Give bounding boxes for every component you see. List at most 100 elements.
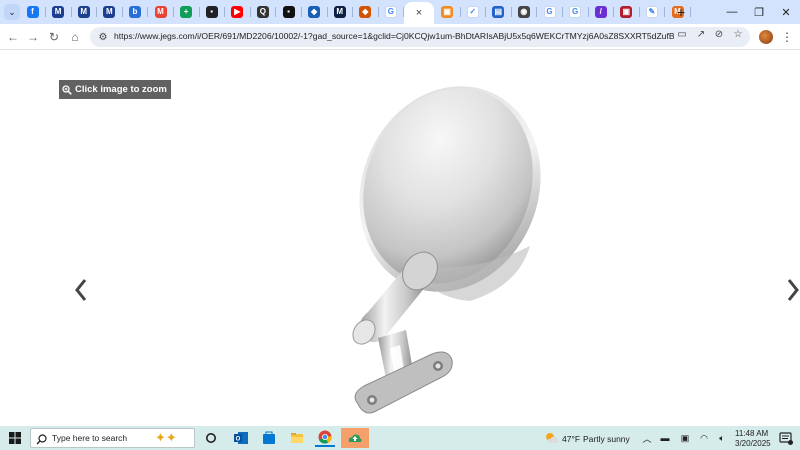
new-tab-button[interactable]: + [673, 4, 689, 20]
browser-tab[interactable]: ◆ [353, 3, 379, 21]
mopar-icon: M [103, 6, 116, 18]
chart-tab-icon: ▤ [492, 6, 505, 18]
browser-tab[interactable]: M [327, 3, 354, 21]
browser-tab[interactable]: ✓ [460, 3, 487, 21]
browser-tab[interactable]: b [122, 3, 149, 21]
tray-app-icon[interactable]: ▬ [655, 429, 675, 447]
browser-tab[interactable]: ▶ [225, 3, 251, 21]
mopar-icon: M [52, 6, 65, 18]
browser-tab[interactable]: + [174, 3, 200, 21]
svg-text:O: O [236, 437, 241, 443]
profile-avatar[interactable] [759, 30, 773, 44]
orange-tab-icon: ▣ [441, 6, 454, 18]
product-mirror-image[interactable] [320, 86, 550, 416]
close-icon[interactable]: × [416, 7, 422, 19]
upload-app-icon[interactable] [341, 428, 369, 448]
zoom-badge[interactable]: Click image to zoom [59, 80, 171, 99]
weather-icon[interactable] [542, 429, 562, 447]
browser-tab[interactable]: ◆ [302, 3, 328, 21]
search-icon [36, 432, 47, 450]
browser-tab[interactable]: M [71, 3, 98, 21]
browser-tab[interactable]: M [97, 3, 123, 21]
zoom-label: Click image to zoom [75, 84, 167, 95]
youtube-icon: ▶ [231, 6, 244, 18]
volume-icon[interactable]: 🔈︎ [712, 429, 732, 447]
browser-tab[interactable]: / [588, 3, 615, 21]
zoom-magnifier-icon [62, 84, 72, 95]
active-tab[interactable]: × [404, 2, 434, 24]
dark-tab-icon: ▪ [205, 6, 218, 18]
slash-tab-icon: / [594, 6, 607, 18]
clipboard-icon[interactable]: ▭ [675, 27, 689, 41]
back-button[interactable]: ← [4, 28, 22, 46]
taskbar: Type here to search ✦✦ O 47°F Partly sun… [0, 426, 800, 450]
browser-tab[interactable]: G [537, 3, 563, 21]
browser-tab[interactable]: f [20, 3, 46, 21]
store-icon[interactable] [259, 429, 279, 447]
browser-tab[interactable]: ✎ [639, 3, 666, 21]
tab-strip: ⌄ f M M Mb M + ▪ ▶ Q ▪ ◆ M ◆ G × ▣ ✓ ▤ ◉ G G / ▣ ✎ M + — ❐ ✕ [0, 0, 800, 24]
task-view-icon[interactable] [201, 429, 221, 447]
search-placeholder: Type here to search [52, 433, 128, 443]
browser-tab[interactable]: G [378, 3, 405, 21]
m-tab-icon: M [333, 6, 346, 18]
browser-toolbar: ← → ↻ ⌂ ⚙ https://www.jegs.com/i/OER/691… [0, 24, 800, 50]
copilot-sparkle-icon[interactable]: ✦✦ [155, 430, 177, 446]
weather-desc[interactable]: Partly sunny [583, 434, 630, 444]
close-window-button[interactable]: ✕ [773, 2, 799, 22]
red-tab-icon: ▣ [620, 6, 633, 18]
windows-start-icon[interactable] [5, 429, 25, 447]
bing-icon: b [128, 6, 141, 18]
forward-button[interactable]: → [24, 28, 42, 46]
home-button[interactable]: ⌂ [66, 28, 84, 46]
browser-tab[interactable]: G [563, 3, 589, 21]
browser-tab[interactable]: ▤ [486, 3, 512, 21]
tray-chevron-icon[interactable]: ︿ [637, 429, 657, 447]
notifications-icon[interactable] [776, 429, 796, 447]
sheets-icon: + [180, 6, 193, 18]
previous-image-arrow[interactable] [72, 277, 90, 303]
browser-tab[interactable]: Q [250, 3, 277, 21]
reload-button[interactable]: ↻ [45, 28, 63, 46]
file-explorer-icon[interactable] [287, 429, 307, 447]
minimize-button[interactable]: — [719, 2, 745, 22]
bookmark-star-icon[interactable]: ☆ [731, 27, 745, 41]
google-icon: G [384, 6, 397, 18]
tab-separator [690, 7, 691, 17]
pen-tab-icon: ✎ [645, 6, 658, 18]
restore-button[interactable]: ❐ [746, 2, 772, 22]
clock-date[interactable]: 3/20/2025 [735, 439, 771, 448]
clock-time[interactable]: 11:48 AM [735, 429, 768, 438]
check-tab-icon: ✓ [466, 6, 479, 18]
url-text[interactable]: https://www.jegs.com/i/OER/691/MD2206/10… [114, 31, 674, 43]
address-bar[interactable]: ⚙ https://www.jegs.com/i/OER/691/MD2206/… [90, 27, 750, 47]
chevron-tab-icon: ◆ [359, 6, 372, 18]
browser-tab[interactable]: ▪ [276, 3, 302, 21]
next-image-arrow[interactable] [784, 277, 800, 303]
browser-tab[interactable]: M [46, 3, 72, 21]
display-icon[interactable]: ▣ [675, 429, 695, 447]
browser-menu-icon[interactable]: ⋮ [781, 28, 793, 46]
globe-icon: ◉ [517, 6, 530, 18]
browser-tab[interactable]: ▪ [199, 3, 226, 21]
outlook-icon[interactable]: O [231, 429, 251, 447]
taskbar-search[interactable]: Type here to search ✦✦ [30, 428, 195, 448]
chrome-taskbar-icon[interactable] [315, 429, 335, 447]
share-icon[interactable]: ↗ [694, 27, 708, 41]
browser-tab[interactable]: M [148, 3, 174, 21]
dark-tab-icon: ▪ [282, 6, 295, 18]
mopar-icon: M [77, 6, 90, 18]
facebook-icon: f [26, 6, 39, 18]
site-info-icon[interactable]: ⚙ [96, 30, 110, 44]
eye-off-icon[interactable]: ⊘ [712, 27, 726, 41]
browser-tab[interactable]: ▣ [614, 3, 640, 21]
search-tab-icon: Q [256, 6, 269, 18]
tab-search-dropdown[interactable]: ⌄ [4, 4, 20, 20]
weather-temp[interactable]: 47°F [562, 434, 580, 444]
network-icon[interactable]: ◠ [694, 429, 714, 447]
product-page: Click image to zoom [0, 51, 800, 426]
browser-tab[interactable]: ▣ [435, 3, 461, 21]
gmail-icon: M [154, 6, 167, 18]
browser-tab[interactable]: ◉ [511, 3, 538, 21]
google-icon: G [543, 6, 556, 18]
